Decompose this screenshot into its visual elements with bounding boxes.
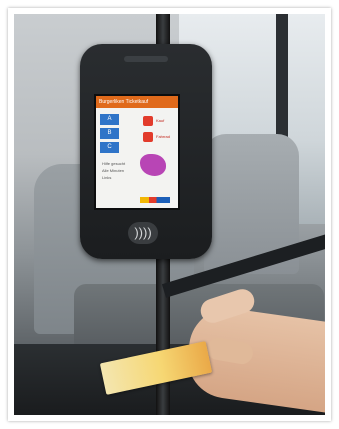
list-line-2: Alle Minuten	[102, 168, 125, 173]
validator-top-slot	[124, 56, 168, 62]
bus-interior-photo: Burgerliken Ticketkauf A B C Kauf Fahrra…	[14, 14, 325, 415]
bike-tile-icon[interactable]	[143, 132, 153, 142]
kauf-tile-label: Kauf	[156, 118, 165, 123]
zone-map-image	[140, 154, 166, 176]
screen-header: Burgerliken Ticketkauf	[96, 96, 178, 108]
menu-button-a[interactable]: A	[100, 114, 119, 125]
ticket-validator-device: Burgerliken Ticketkauf A B C Kauf Fahrra…	[80, 44, 212, 259]
validator-screen[interactable]: Burgerliken Ticketkauf A B C Kauf Fahrra…	[94, 94, 180, 210]
contactless-payment-icon[interactable]: ))))	[128, 222, 158, 244]
bike-tile-label: Fahrrad	[156, 134, 171, 139]
kauf-tile-icon[interactable]	[143, 116, 153, 126]
payment-logos	[140, 197, 170, 203]
list-line-1: Hilfe gesucht	[102, 161, 126, 166]
menu-button-c[interactable]: C	[100, 142, 119, 153]
list-line-3: Links	[102, 175, 112, 180]
menu-button-b[interactable]: B	[100, 128, 119, 139]
